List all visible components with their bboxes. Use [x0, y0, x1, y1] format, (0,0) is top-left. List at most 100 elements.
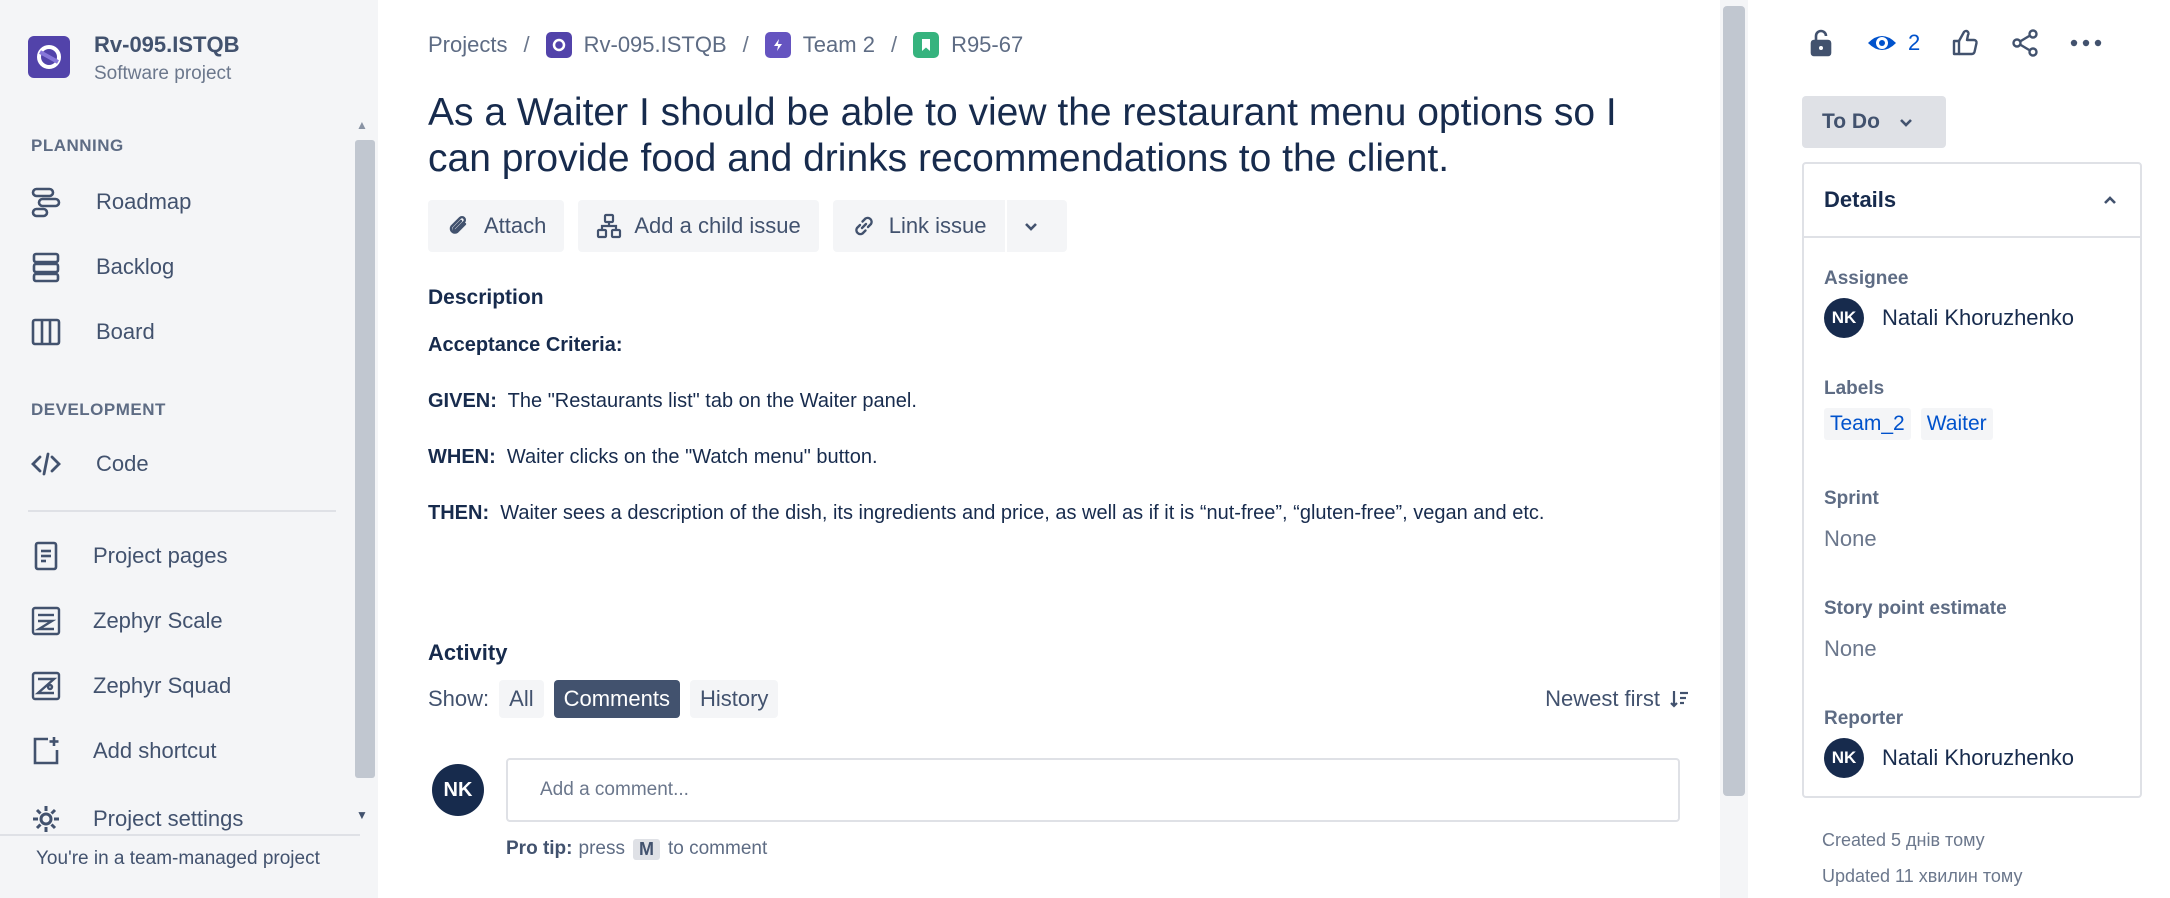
- then-text: Waiter sees a description of the dish, i…: [500, 502, 1545, 524]
- child-issue-icon: [597, 213, 622, 239]
- sidebar-item-label: Backlog: [96, 254, 175, 279]
- story-points-field[interactable]: Story point estimate None: [1824, 598, 2007, 662]
- board-icon: [28, 314, 64, 350]
- story-points-label: Story point estimate: [1824, 598, 2007, 619]
- sidebar-item-board[interactable]: Board: [28, 308, 338, 356]
- details-heading: Details: [1824, 187, 1897, 212]
- pages-icon: [28, 538, 64, 574]
- assignee-field[interactable]: Assignee NK Natali Khoruzhenko: [1824, 268, 2074, 338]
- sidebar-item-project-pages[interactable]: Project pages: [28, 532, 338, 580]
- main-scrollbar[interactable]: [1720, 0, 1748, 898]
- sprint-label: Sprint: [1824, 488, 1879, 509]
- unlock-icon: [1810, 29, 1832, 57]
- reporter-name: Natali Khoruzhenko: [1882, 745, 2075, 770]
- breadcrumb-projects[interactable]: Projects: [428, 32, 507, 58]
- breadcrumb-epic[interactable]: Team 2: [764, 32, 875, 58]
- activity-heading: Activity: [428, 640, 508, 665]
- sidebar-divider: [28, 510, 336, 512]
- protip-rest: to comment: [667, 838, 768, 859]
- scroll-down-arrow-icon[interactable]: ▼: [356, 808, 368, 822]
- zephyr-scale-icon: [28, 603, 64, 639]
- sidebar-scroll-thumb[interactable]: [355, 140, 375, 778]
- label-chip[interactable]: Waiter: [1920, 408, 1993, 440]
- details-header[interactable]: Details: [1804, 164, 2140, 238]
- story-icon: [913, 32, 940, 58]
- assignee-avatar: NK: [1824, 298, 1864, 338]
- sidebar-item-roadmap[interactable]: Roadmap: [28, 178, 338, 226]
- add-child-issue-button[interactable]: Add a child issue: [578, 200, 819, 252]
- filter-history-button[interactable]: History: [689, 680, 779, 718]
- filter-comments-button[interactable]: Comments: [553, 680, 680, 718]
- given-label: GIVEN:: [428, 390, 497, 412]
- assignee-label: Assignee: [1824, 268, 1909, 289]
- project-header[interactable]: Rv-095.ISTQB Software project: [28, 30, 240, 88]
- show-label: Show:: [428, 686, 490, 711]
- more-options-button[interactable]: [2070, 38, 2102, 48]
- label-chip[interactable]: Team_2: [1824, 408, 1911, 440]
- pro-tip: Pro tip: press M to comment: [506, 838, 767, 860]
- development-heading: DEVELOPMENT: [31, 400, 166, 419]
- issue-toolbar: Attach Add a child issue Link issue: [428, 200, 1081, 252]
- when-label: WHEN:: [428, 446, 496, 468]
- story-points-value: None: [1824, 636, 1877, 661]
- activity-filter-row: Show: All Comments History: [428, 680, 779, 718]
- sidebar-item-label: Zephyr Squad: [93, 673, 232, 698]
- breadcrumb-epic-label: Team 2: [802, 32, 875, 57]
- sidebar-scrollbar[interactable]: ▲ ▼: [351, 112, 375, 834]
- roadmap-icon: [28, 184, 64, 220]
- planning-heading: PLANNING: [31, 136, 124, 155]
- watch-button[interactable]: 2: [1866, 28, 1920, 58]
- when-text: Waiter clicks on the "Watch menu" button…: [506, 446, 878, 468]
- sort-order-button[interactable]: Newest first: [1545, 686, 1690, 712]
- sidebar-item-zephyr-squad[interactable]: Zephyr Squad: [28, 662, 338, 710]
- keyboard-shortcut-key: M: [632, 838, 660, 860]
- project-type: Software project: [94, 63, 232, 84]
- sidebar-item-project-settings[interactable]: Project settings: [28, 795, 338, 834]
- user-avatar: NK: [432, 764, 484, 816]
- more-actions-dropdown[interactable]: [1006, 200, 1067, 252]
- reporter-field[interactable]: Reporter NK Natali Khoruzhenko: [1824, 708, 2074, 778]
- sidebar-item-zephyr-scale[interactable]: Zephyr Scale: [28, 597, 338, 645]
- filter-all-button[interactable]: All: [499, 680, 544, 718]
- project-name: Rv-095.ISTQB: [94, 32, 240, 57]
- scroll-up-arrow-icon[interactable]: ▲: [356, 118, 368, 132]
- breadcrumb-project-label: Rv-095.ISTQB: [583, 32, 727, 57]
- epic-icon: [764, 32, 791, 58]
- breadcrumb-issue[interactable]: R95-67: [913, 32, 1023, 58]
- gear-icon: [28, 801, 64, 834]
- add-child-issue-label: Add a child issue: [634, 213, 801, 238]
- breadcrumb: Projects / Rv-095.ISTQB / Team 2 / R95-6…: [428, 32, 1024, 58]
- add-shortcut-icon: [28, 733, 64, 769]
- sidebar-item-code[interactable]: Code: [28, 440, 338, 488]
- given-text: The "Restaurants list" tab on the Waiter…: [507, 390, 917, 412]
- sprint-field[interactable]: Sprint None: [1824, 488, 1879, 552]
- backlog-icon: [28, 249, 64, 285]
- vote-button[interactable]: [1950, 28, 1980, 58]
- code-icon: [28, 446, 64, 482]
- issue-title[interactable]: As a Waiter I should be able to view the…: [428, 90, 1678, 182]
- share-button[interactable]: [2010, 28, 2040, 58]
- comment-input[interactable]: Add a comment...: [506, 758, 1680, 822]
- sidebar: Rv-095.ISTQB Software project PLANNING R…: [0, 0, 378, 898]
- protip-label: Pro tip:: [506, 838, 573, 859]
- sidebar-item-add-shortcut[interactable]: Add shortcut: [28, 727, 338, 775]
- labels-field: Labels Team_2 Waiter: [1824, 378, 2003, 440]
- eye-icon: [1868, 36, 1896, 50]
- link-issue-button[interactable]: Link issue: [832, 200, 1005, 252]
- breadcrumb-issue-label: R95-67: [951, 32, 1024, 57]
- labels-label: Labels: [1824, 378, 1885, 399]
- project-avatar: [28, 36, 70, 78]
- sidebar-nav: PLANNING Roadmap Backlog Board DEVELOPME…: [0, 112, 360, 834]
- chevron-down-icon: [1024, 223, 1037, 231]
- chevron-down-icon: [1900, 119, 1912, 127]
- reporter-avatar: NK: [1824, 738, 1864, 778]
- team-managed-note[interactable]: You're in a team-managed project: [0, 834, 360, 898]
- breadcrumb-project[interactable]: Rv-095.ISTQB: [545, 32, 727, 58]
- description-body[interactable]: Acceptance Criteria: GIVEN: The "Restaur…: [428, 326, 1668, 550]
- main-scroll-thumb[interactable]: [1723, 6, 1745, 796]
- watch-count: 2: [1908, 30, 1921, 55]
- attach-button[interactable]: Attach: [428, 200, 565, 252]
- status-dropdown[interactable]: To Do: [1802, 96, 1946, 148]
- sidebar-item-backlog[interactable]: Backlog: [28, 243, 338, 291]
- restrict-access-button[interactable]: [1806, 28, 1836, 58]
